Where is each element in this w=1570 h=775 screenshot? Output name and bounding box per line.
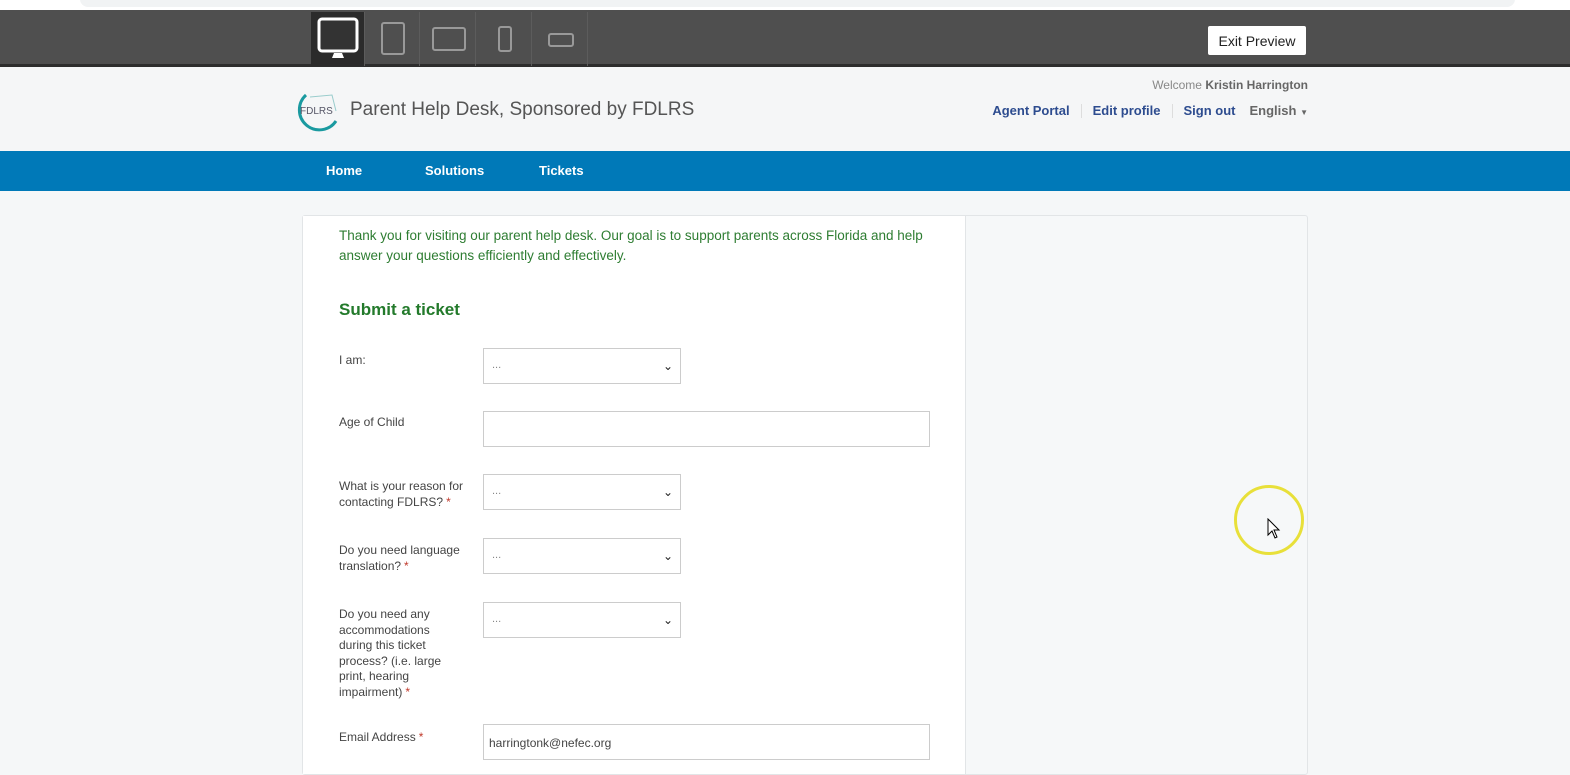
phone-landscape-icon[interactable] (534, 12, 588, 66)
field-label: Do you need any accommodations during th… (339, 607, 442, 699)
desktop-icon[interactable] (311, 12, 365, 66)
field-label: What is your reason for contacting FDLRS… (339, 479, 464, 509)
nav-tickets[interactable]: Tickets (539, 163, 584, 178)
age-of-child-input[interactable] (483, 411, 930, 447)
intro-text: Thank you for visiting our parent help d… (339, 228, 923, 263)
agent-portal-link[interactable]: Agent Portal (992, 103, 1069, 118)
tablet-portrait-icon[interactable] (366, 12, 420, 66)
accommodations-select[interactable]: ... ⌄ (483, 602, 681, 638)
header-links: Agent Portal Edit profile Sign out Engli… (992, 103, 1308, 118)
email-input[interactable]: harringtonk@nefec.org (483, 724, 930, 760)
site-header: FDLRS Parent Help Desk, Sponsored by FDL… (0, 70, 1570, 151)
tablet-landscape-icon[interactable] (422, 12, 476, 66)
preview-toolbar: Exit Preview (0, 10, 1570, 67)
chevron-down-icon: ⌄ (662, 485, 673, 499)
nav-solutions[interactable]: Solutions (425, 163, 484, 178)
form-title: Submit a ticket (339, 300, 460, 319)
nav-home[interactable]: Home (326, 163, 362, 178)
svg-text:FDLRS: FDLRS (300, 106, 333, 117)
browser-address-strip (0, 0, 1570, 10)
exit-preview-button[interactable]: Exit Preview (1208, 26, 1306, 55)
mouse-cursor-icon (1267, 518, 1281, 539)
field-label: Do you need language translation? * (339, 543, 460, 573)
reason-select[interactable]: ... ⌄ (483, 474, 681, 510)
language-dropdown[interactable]: English ▼ (1250, 103, 1309, 118)
sign-out-link[interactable]: Sign out (1184, 103, 1236, 118)
chevron-down-icon: ⌄ (662, 359, 673, 373)
field-label: Age of Child (339, 415, 405, 429)
ticket-form: Thank you for visiting our parent help d… (303, 216, 966, 774)
field-label: Email Address * (339, 730, 424, 744)
caret-down-icon: ▼ (1300, 108, 1308, 117)
field-label: I am: (339, 353, 366, 367)
chevron-down-icon: ⌄ (662, 549, 673, 563)
site-name: Parent Help Desk, Sponsored by FDLRS (350, 99, 695, 120)
welcome-text: Welcome Kristin Harrington (1152, 78, 1308, 92)
i-am-select[interactable]: ... ⌄ (483, 348, 681, 384)
fdlrs-logo[interactable]: FDLRS (296, 87, 342, 133)
phone-portrait-icon[interactable] (478, 12, 532, 66)
translation-select[interactable]: ... ⌄ (483, 538, 681, 574)
edit-profile-link[interactable]: Edit profile (1093, 103, 1161, 118)
main-nav: Home Solutions Tickets (0, 151, 1570, 191)
content-card: Thank you for visiting our parent help d… (302, 215, 1308, 775)
chevron-down-icon: ⌄ (662, 613, 673, 627)
